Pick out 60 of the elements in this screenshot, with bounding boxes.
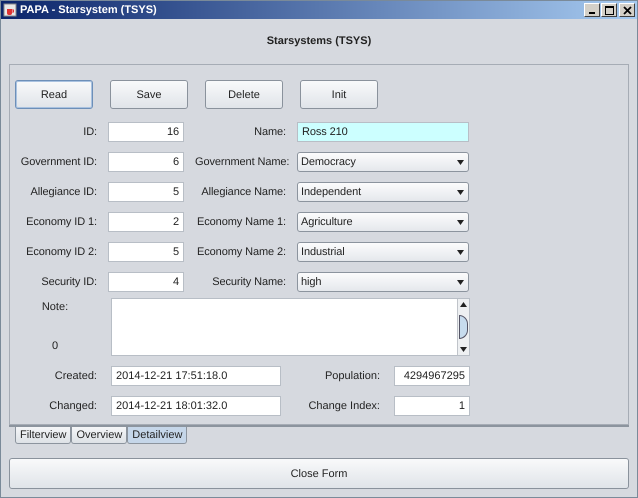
date-field[interactable]: 2014-12-21 17:51:18.0	[111, 366, 281, 386]
action-button[interactable]: Read	[15, 80, 93, 109]
id-field[interactable]: 16	[108, 122, 184, 142]
scrollbar-thumb[interactable]	[459, 315, 468, 339]
field-label: Security Name:	[211, 276, 286, 288]
id-field[interactable]: 5	[108, 182, 184, 202]
dropdown[interactable]: Independent	[297, 182, 469, 202]
number-field[interactable]: 1	[394, 396, 470, 416]
field-label: Government Name:	[195, 156, 286, 168]
scrollbar[interactable]	[457, 299, 469, 355]
id-field[interactable]: 4	[108, 272, 184, 292]
tab[interactable]: Overview	[71, 427, 128, 444]
form-heading: Starsystems (TSYS)	[266, 35, 372, 49]
id-field[interactable]: 5	[108, 242, 184, 262]
field-label: Security ID:	[40, 276, 97, 288]
minimize-icon	[589, 12, 595, 14]
dropdown[interactable]: high	[297, 272, 469, 292]
maximize-icon	[604, 6, 614, 14]
field-label: Created:	[54, 370, 97, 382]
field-label: Allegiance Name:	[200, 186, 286, 198]
dropdown[interactable]: Democracy	[297, 152, 469, 172]
field-label: Economy ID 2:	[25, 246, 97, 258]
dropdown-arrow-icon	[457, 190, 464, 194]
id-field[interactable]: 6	[108, 152, 184, 172]
field-label: Changed:	[48, 400, 97, 412]
dropdown[interactable]: Agriculture	[297, 212, 469, 232]
dropdown-arrow-icon	[457, 280, 464, 284]
field-label: Government ID:	[20, 156, 97, 168]
action-button[interactable]: Init	[300, 80, 378, 109]
date-field[interactable]: 2014-12-21 18:01:32.0	[111, 396, 281, 416]
dropdown[interactable]: Industrial	[297, 242, 469, 262]
field-label: Economy ID 1:	[25, 216, 97, 228]
action-button[interactable]: Delete	[205, 80, 283, 109]
maximize-button[interactable]	[601, 3, 617, 17]
close-icon	[622, 6, 632, 14]
character-count: 0	[52, 340, 58, 352]
tab[interactable]: Filterview	[15, 427, 72, 444]
minimize-button[interactable]	[584, 3, 600, 17]
close-button[interactable]	[619, 3, 635, 17]
id-field[interactable]: 2	[108, 212, 184, 232]
field-label: Note:	[42, 301, 68, 313]
scroll-up-icon	[460, 302, 467, 307]
field-label: Name:	[253, 126, 286, 138]
field-label: ID:	[82, 126, 97, 138]
field-label: Population:	[324, 370, 380, 382]
name-field[interactable]: Ross 210	[297, 122, 469, 142]
field-label: Economy Name 2:	[196, 246, 286, 258]
number-field[interactable]: 4294967295	[394, 366, 470, 386]
tab[interactable]: Detailview	[127, 427, 188, 444]
dropdown-arrow-icon	[457, 250, 464, 254]
window-title: PAPA - Starsystem (TSYS)	[20, 4, 157, 16]
coffee-cup-icon	[3, 3, 17, 17]
scroll-down-icon	[460, 347, 467, 352]
close-form-button[interactable]: Close Form	[9, 458, 629, 489]
field-label: Allegiance ID:	[30, 186, 97, 198]
dropdown-arrow-icon	[457, 160, 464, 164]
field-label: Change Index:	[307, 400, 380, 412]
field-label: Economy Name 1:	[196, 216, 286, 228]
dropdown-arrow-icon	[457, 220, 464, 224]
action-button[interactable]: Save	[110, 80, 188, 109]
